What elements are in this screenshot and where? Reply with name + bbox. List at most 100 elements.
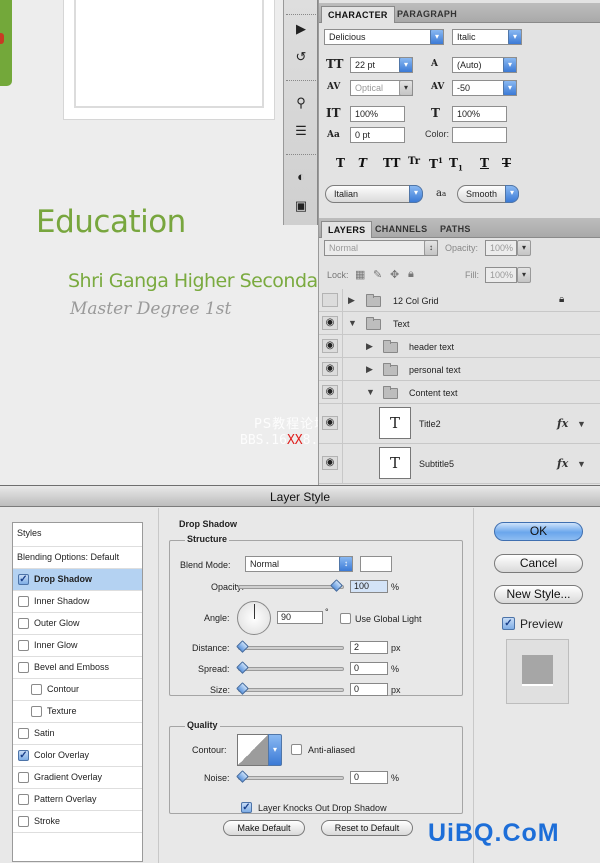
spread-input[interactable]: 0	[350, 662, 388, 675]
layer-row[interactable]: ◉ T Title2 fx ▼	[319, 404, 600, 444]
fx-icon[interactable]: fx	[557, 457, 568, 470]
style-checkbox[interactable]	[18, 728, 29, 739]
play-action-icon[interactable]: ▶	[291, 20, 311, 38]
noise-slider[interactable]	[236, 770, 344, 783]
font-style-select[interactable]: Italic ▾	[452, 29, 522, 45]
style-item-outer-glow[interactable]: Outer Glow	[13, 613, 142, 635]
size-input[interactable]: 0	[350, 683, 388, 696]
cancel-button[interactable]: Cancel	[494, 554, 583, 573]
eye-icon[interactable]: ◉	[322, 362, 338, 376]
style-item-satin[interactable]: Satin	[13, 723, 142, 745]
eye-icon[interactable]: ◉	[322, 416, 338, 430]
font-size-input[interactable]: 22 pt ▾	[350, 57, 413, 73]
chevron-down-icon[interactable]: ▼	[577, 459, 586, 469]
layer-opacity-input[interactable]: 100%	[485, 240, 517, 256]
subscript-button[interactable]: T1	[449, 156, 463, 172]
opacity-slider[interactable]	[238, 579, 344, 592]
opacity-input[interactable]: 100	[350, 580, 388, 593]
font-family-select[interactable]: Delicious ▾	[324, 29, 444, 45]
eye-icon[interactable]: ◉	[322, 316, 338, 330]
spread-slider[interactable]	[236, 661, 344, 674]
fill-input[interactable]: 100%	[485, 267, 517, 283]
style-item-stroke[interactable]: Stroke	[13, 811, 142, 833]
contour-picker[interactable]	[237, 734, 269, 766]
preview-checkbox[interactable]: ✓	[502, 617, 515, 630]
language-select[interactable]: Italian ▾	[325, 185, 423, 203]
underline-button[interactable]: T	[480, 156, 489, 170]
lock-transparency-icon[interactable]: ▦	[355, 268, 365, 281]
distance-slider[interactable]	[236, 640, 344, 653]
style-checkbox[interactable]	[18, 662, 29, 673]
layer-row[interactable]: ◉ T Subtitle5 fx ▼	[319, 444, 600, 484]
collapse-arrow-icon[interactable]: ▼	[366, 387, 375, 397]
style-checkbox[interactable]	[18, 816, 29, 827]
lock-all-icon[interactable]: 🔒︎	[408, 268, 414, 281]
tracking-input[interactable]: -50 ▾	[452, 80, 517, 96]
adjustments-icon[interactable]: ◐	[291, 168, 311, 186]
use-global-light-checkbox[interactable]	[340, 613, 351, 624]
angle-dial[interactable]	[237, 601, 271, 635]
chevron-down-icon[interactable]: ▾	[517, 240, 531, 256]
chevron-down-icon[interactable]: ▼	[577, 419, 586, 429]
layer-blend-mode-select[interactable]: Normal ↕	[324, 240, 438, 256]
style-checkbox[interactable]: ✓	[18, 574, 29, 585]
style-item-inner-shadow[interactable]: Inner Shadow	[13, 591, 142, 613]
size-slider[interactable]	[236, 682, 344, 695]
style-item-texture[interactable]: Texture	[13, 701, 142, 723]
style-item-gradient-overlay[interactable]: Gradient Overlay	[13, 767, 142, 789]
chevron-down-icon[interactable]: ▾	[268, 734, 282, 766]
blend-mode-select[interactable]: Normal ↕	[245, 556, 353, 572]
strikethrough-button[interactable]: T	[502, 156, 511, 170]
lock-position-icon[interactable]: ✥	[390, 268, 399, 281]
style-checkbox[interactable]: ✓	[18, 750, 29, 761]
style-checkbox[interactable]	[18, 618, 29, 629]
tab-layers[interactable]: LAYERS	[321, 221, 373, 238]
chevron-down-icon[interactable]: ▾	[517, 267, 531, 283]
antialias-select[interactable]: Smooth ▾	[457, 185, 519, 203]
eye-icon[interactable]: ◉	[322, 385, 338, 399]
shadow-color-swatch[interactable]	[360, 556, 392, 572]
vertical-scale-input[interactable]: 100%	[350, 106, 405, 122]
collapse-arrow-icon[interactable]: ▼	[348, 318, 357, 328]
all-caps-button[interactable]: TT	[383, 156, 400, 170]
eye-icon[interactable]: ◉	[322, 339, 338, 353]
eye-icon[interactable]: ◉	[322, 456, 338, 470]
layer-row[interactable]: ◉ ▶ header text	[319, 335, 600, 358]
small-caps-button[interactable]: Tr	[408, 156, 420, 167]
knockout-checkbox[interactable]: ✓	[241, 802, 252, 813]
angle-input[interactable]: 90	[277, 611, 323, 624]
style-checkbox[interactable]	[18, 772, 29, 783]
expand-arrow-icon[interactable]: ▶	[366, 341, 373, 352]
new-style-button[interactable]: New Style...	[494, 585, 583, 604]
leading-input[interactable]: (Auto) ▾	[452, 57, 517, 73]
style-item-bevel-and-emboss[interactable]: Bevel and Emboss	[13, 657, 142, 679]
lock-image-icon[interactable]: ✎	[373, 268, 382, 281]
distance-input[interactable]: 2	[350, 641, 388, 654]
layer-row[interactable]: ◉ ▶ personal text	[319, 358, 600, 381]
tool-presets-icon[interactable]: ☰	[291, 122, 311, 140]
style-checkbox[interactable]	[18, 596, 29, 607]
reset-to-default-button[interactable]: Reset to Default	[321, 820, 413, 836]
style-item-drop-shadow[interactable]: ✓ Drop Shadow	[13, 569, 142, 591]
style-checkbox[interactable]	[31, 684, 42, 695]
faux-bold-button[interactable]: T	[336, 156, 345, 170]
layer-row[interactable]: ◉ ▼ Content text	[319, 381, 600, 404]
style-checkbox[interactable]	[18, 640, 29, 651]
noise-input[interactable]: 0	[350, 771, 388, 784]
layer-row[interactable]: ● ▶ 12 Col Grid 🔒︎	[319, 289, 600, 312]
style-checkbox[interactable]	[31, 706, 42, 717]
eye-icon[interactable]: ●	[322, 293, 338, 307]
tab-paths[interactable]: PATHS	[434, 221, 477, 238]
kerning-input[interactable]: Optical ▾	[350, 80, 413, 96]
style-item-contour[interactable]: Contour	[13, 679, 142, 701]
style-checkbox[interactable]	[18, 794, 29, 805]
tab-channels[interactable]: CHANNELS	[369, 221, 433, 238]
make-default-button[interactable]: Make Default	[223, 820, 305, 836]
horizontal-scale-input[interactable]: 100%	[452, 106, 507, 122]
ok-button[interactable]: OK	[494, 522, 583, 541]
anti-aliased-checkbox[interactable]	[291, 744, 302, 755]
tab-character[interactable]: CHARACTER	[321, 6, 395, 23]
tab-paragraph[interactable]: PARAGRAPH	[391, 6, 463, 23]
style-item-color-overlay[interactable]: ✓ Color Overlay	[13, 745, 142, 767]
history-icon[interactable]: ↺	[291, 48, 311, 66]
